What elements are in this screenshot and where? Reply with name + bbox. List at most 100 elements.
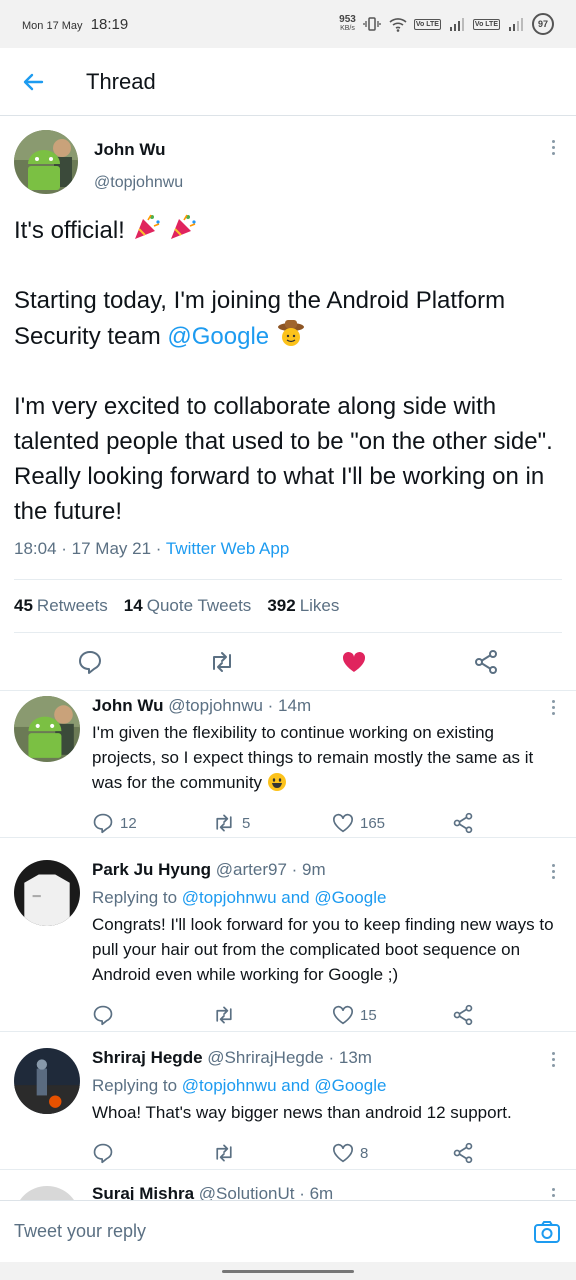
replying-to-prefix: Replying to — [92, 888, 182, 907]
author-name[interactable]: John Wu — [94, 140, 183, 160]
like-button[interactable]: 8 — [332, 1143, 452, 1163]
grinning-face-icon — [267, 773, 286, 791]
reply-author-name[interactable]: Suraj Mishra — [92, 1184, 194, 1200]
reply-tweet[interactable]: Park Ju Hyung @arter97 · 9m Replying to … — [0, 846, 576, 1032]
volte-icon: Vo LTE — [413, 18, 441, 30]
likes-label: Likes — [299, 596, 340, 615]
status-date: Mon 17 May — [22, 19, 83, 32]
reply-icon — [93, 813, 113, 834]
retweets-label: Retweets — [36, 596, 108, 615]
tweet-stats: 45 Retweets 14 Quote Tweets 392 Likes — [14, 579, 562, 633]
reply-button[interactable] — [92, 1142, 212, 1164]
reply-author-name[interactable]: John Wu — [92, 696, 163, 715]
share-button[interactable] — [466, 642, 506, 682]
share-button[interactable] — [452, 812, 482, 834]
main-tweet-author[interactable]: John Wu @topjohnwu — [14, 116, 562, 202]
retweet-button[interactable] — [202, 642, 242, 682]
replying-to: Replying to @topjohnwu and @Google — [92, 888, 562, 908]
android-avatar-image — [14, 130, 78, 194]
party-popper-icon — [134, 214, 160, 239]
reply-icon — [79, 650, 101, 674]
thread-header: Thread — [0, 48, 576, 116]
system-nav-bar — [0, 1262, 576, 1280]
photo-avatar-image — [14, 1048, 80, 1114]
more-options-icon[interactable] — [550, 1188, 556, 1200]
reply-tweet[interactable]: Suraj Mishra @SolutionUt · 6m — [0, 1172, 576, 1200]
reply-button[interactable] — [70, 642, 110, 682]
tweet-timestamp: 18:04 · 17 May 21 · — [14, 539, 166, 558]
like-button[interactable]: 165 — [332, 813, 452, 833]
quotes-label: Quote Tweets — [146, 596, 252, 615]
retweet-button[interactable] — [212, 1142, 332, 1164]
reply-text: I'm given the flexibility to continue wo… — [92, 720, 562, 795]
share-icon — [453, 812, 473, 834]
reply-button[interactable]: 12 — [92, 812, 212, 834]
replying-to-targets[interactable]: @topjohnwu and @Google — [182, 888, 387, 907]
camera-icon[interactable] — [532, 1217, 562, 1247]
reply-tweet[interactable]: Shriraj Hegde @ShrirajHegde · 13m Replyi… — [0, 1034, 576, 1170]
reply-text: Congrats! I'll look forward for you to k… — [92, 915, 554, 984]
more-options-icon[interactable] — [550, 1052, 556, 1067]
retweet-icon — [216, 1144, 232, 1162]
tweet-text: It's official! Starting today, I'm joini… — [14, 212, 562, 529]
main-tweet: John Wu @topjohnwu It's official! Starti… — [0, 116, 576, 691]
replying-to: Replying to @topjohnwu and @Google — [92, 1076, 562, 1096]
signal-icon — [449, 18, 464, 31]
reply-author-handle: @arter97 · 9m — [215, 860, 326, 879]
replying-to-prefix: Replying to — [92, 1076, 182, 1095]
status-icons: 953 KB/s Vo LTE Vo LTE 97 — [339, 13, 554, 35]
replying-to-targets[interactable]: @topjohnwu and @Google — [182, 1076, 387, 1095]
reply-text-content: I'm given the flexibility to continue wo… — [92, 723, 534, 792]
avatar[interactable] — [14, 860, 80, 926]
retweet-icon — [216, 1006, 232, 1024]
retweets-count: 45 — [14, 596, 33, 615]
reply-author-name[interactable]: Shriraj Hegde — [92, 1048, 203, 1067]
heart-icon — [333, 1005, 353, 1025]
google-mention-link[interactable]: @Google — [167, 323, 269, 350]
retweet-icon — [213, 651, 231, 672]
tweet-line-3: I'm very excited to collaborate along si… — [14, 393, 553, 525]
heart-icon — [333, 813, 353, 833]
more-options-icon[interactable] — [550, 700, 556, 715]
reply-author-name[interactable]: Park Ju Hyung — [92, 860, 211, 879]
reply-header: Park Ju Hyung @arter97 · 9m — [92, 860, 562, 880]
like-button[interactable] — [334, 642, 374, 682]
home-gesture-handle[interactable] — [222, 1270, 354, 1273]
reply-icon — [93, 1005, 113, 1026]
back-button[interactable] — [0, 48, 66, 116]
reply-composer: Tweet your reply — [0, 1200, 576, 1262]
avatar[interactable] — [14, 696, 80, 762]
retweet-icon — [216, 814, 232, 832]
quote-tweets-stat[interactable]: 14 Quote Tweets — [124, 596, 252, 616]
retweet-button[interactable] — [212, 1004, 332, 1026]
like-button[interactable]: 15 — [332, 1005, 452, 1025]
shirt-avatar-image — [14, 860, 80, 926]
avatar[interactable] — [14, 1186, 80, 1200]
quotes-count: 14 — [123, 596, 143, 615]
more-options-icon[interactable] — [550, 864, 556, 879]
reply-input[interactable]: Tweet your reply — [14, 1221, 532, 1242]
likes-stat[interactable]: 392 Likes — [267, 596, 339, 616]
reply-tweet[interactable]: John Wu @topjohnwu · 14m I'm given the f… — [0, 682, 576, 838]
avatar[interactable] — [14, 1048, 80, 1114]
reply-count: 12 — [120, 814, 137, 832]
retweets-stat[interactable]: 45 Retweets — [14, 596, 108, 616]
reply-button[interactable] — [92, 1004, 212, 1026]
share-button[interactable] — [452, 1004, 482, 1026]
more-options-icon[interactable] — [550, 140, 556, 155]
likes-count: 392 — [267, 596, 296, 615]
tweet-source-link[interactable]: Twitter Web App — [166, 539, 289, 558]
like-count: 165 — [360, 814, 386, 832]
tweet-meta: 18:04 · 17 May 21 · Twitter Web App — [14, 539, 562, 559]
heart-filled-icon — [342, 651, 366, 672]
share-button[interactable] — [452, 1142, 482, 1164]
reply-author-handle: @topjohnwu · 14m — [168, 696, 312, 715]
avatar[interactable] — [14, 130, 78, 194]
reply-header: Shriraj Hegde @ShrirajHegde · 13m — [92, 1048, 562, 1068]
tweet-line-1: It's official! — [14, 217, 125, 244]
author-handle[interactable]: @topjohnwu — [94, 174, 183, 192]
reply-header: Suraj Mishra @SolutionUt · 6m — [92, 1184, 562, 1200]
retweet-button[interactable]: 5 — [212, 812, 332, 834]
heart-icon — [333, 1143, 353, 1163]
status-clock: Mon 17 May 18:19 — [22, 16, 128, 33]
